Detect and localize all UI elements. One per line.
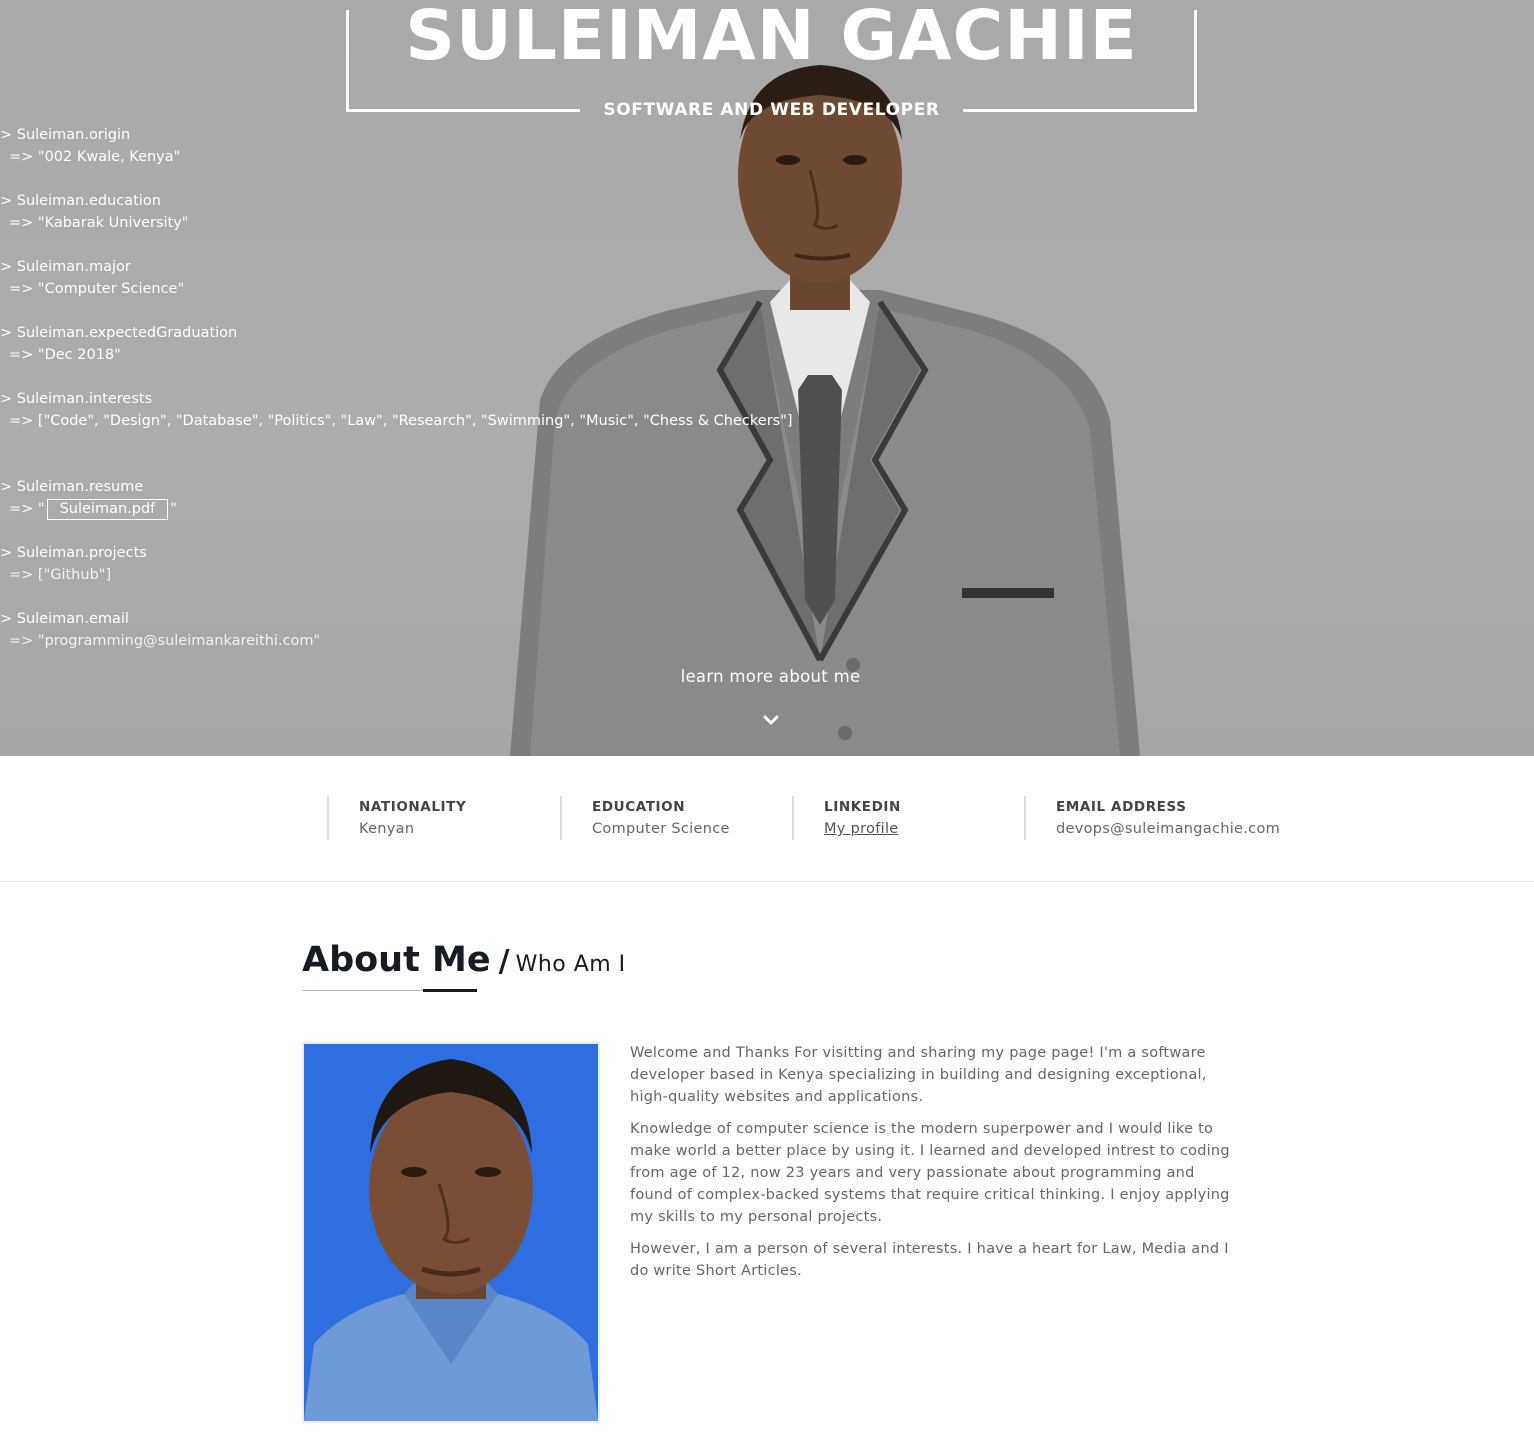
console-result: => ["Code", "Design", "Database", "Polit… (9, 413, 793, 429)
info-value: Computer Science (592, 821, 730, 837)
console-result: => "Dec 2018" (9, 347, 121, 363)
console-email-link[interactable]: => "programming@suleimankareithi.com" (0, 630, 800, 652)
console-email: > Suleiman.email => "programming@suleima… (0, 608, 800, 652)
info-education: EDUCATION Computer Science (560, 796, 730, 840)
console-command: > Suleiman.interests (0, 391, 153, 407)
console-command: > Suleiman.education (0, 193, 161, 209)
github-projects-link[interactable]: => ["Github"] (0, 564, 800, 586)
about-slash: / (498, 944, 510, 979)
hero-section: SULEIMAN GACHIE SOFTWARE AND WEB DEVELOP… (0, 0, 1534, 756)
about-paragraph: Knowledge of computer science is the mod… (630, 1121, 1230, 1225)
info-bar: NATIONALITY Kenyan EDUCATION Computer Sc… (0, 756, 1534, 882)
profile-photo-image (304, 1044, 598, 1421)
info-value: devops@suleimangachie.com (1056, 821, 1281, 837)
console-origin: > Suleiman.origin => "002 Kwale, Kenya" (0, 124, 800, 168)
info-label: LINKEDIN (824, 799, 901, 815)
hero-name: SULEIMAN GACHIE (405, 0, 1138, 76)
console-interests: > Suleiman.interests => ["Code", "Design… (0, 388, 800, 432)
console-command: > Suleiman.email (0, 611, 129, 627)
info-value: Kenyan (359, 821, 415, 837)
info-label: NATIONALITY (359, 799, 467, 815)
profile-photo (302, 1042, 600, 1423)
console-command: > Suleiman.expectedGraduation (0, 325, 238, 341)
info-linkedin: LINKEDIN My profile (792, 796, 901, 840)
console-result: => " Suleiman.pdf " (0, 498, 800, 520)
about-heading: About Me / Who Am I (302, 940, 626, 980)
resume-prefix: => " (9, 501, 45, 517)
about-subtitle: Who Am I (515, 952, 626, 977)
console-command: > Suleiman.projects (0, 545, 147, 561)
linkedin-profile-link[interactable]: My profile (824, 818, 901, 840)
resume-download-button[interactable]: Suleiman.pdf (46, 499, 169, 520)
console-output: > Suleiman.origin => "002 Kwale, Kenya" … (0, 124, 800, 674)
console-result: => "002 Kwale, Kenya" (9, 149, 181, 165)
chevron-down-icon[interactable] (763, 714, 779, 726)
about-title: About Me (302, 940, 491, 980)
console-major: > Suleiman.major => "Computer Science" (0, 256, 800, 300)
console-result: => "Computer Science" (9, 281, 185, 297)
console-education: > Suleiman.education => "Kabarak Univers… (0, 190, 800, 234)
about-paragraph: Welcome and Thanks For visitting and sha… (630, 1045, 1207, 1105)
info-nationality: NATIONALITY Kenyan (327, 796, 466, 840)
info-email: EMAIL ADDRESS devops@suleimangachie.com (1024, 796, 1280, 840)
about-text: Welcome and Thanks For visitting and sha… (630, 1042, 1230, 1292)
console-result: => "Kabarak University" (9, 215, 189, 231)
console-resume: > Suleiman.resume => " Suleiman.pdf " (0, 476, 800, 520)
console-projects: > Suleiman.projects => ["Github"] (0, 542, 800, 586)
console-command: > Suleiman.origin (0, 127, 131, 143)
console-command: > Suleiman.resume (0, 479, 144, 495)
hero-role: SOFTWARE AND WEB DEVELOPER (603, 100, 940, 120)
resume-suffix: " (170, 501, 177, 517)
info-label: EMAIL ADDRESS (1056, 799, 1187, 815)
learn-more-link[interactable]: learn more about me (0, 667, 1534, 686)
console-command: > Suleiman.major (0, 259, 131, 275)
about-divider-accent (423, 989, 477, 992)
about-paragraph: However, I am a person of several intere… (630, 1241, 1229, 1279)
console-graduation: > Suleiman.expectedGraduation => "Dec 20… (0, 322, 800, 366)
info-label: EDUCATION (592, 799, 686, 815)
